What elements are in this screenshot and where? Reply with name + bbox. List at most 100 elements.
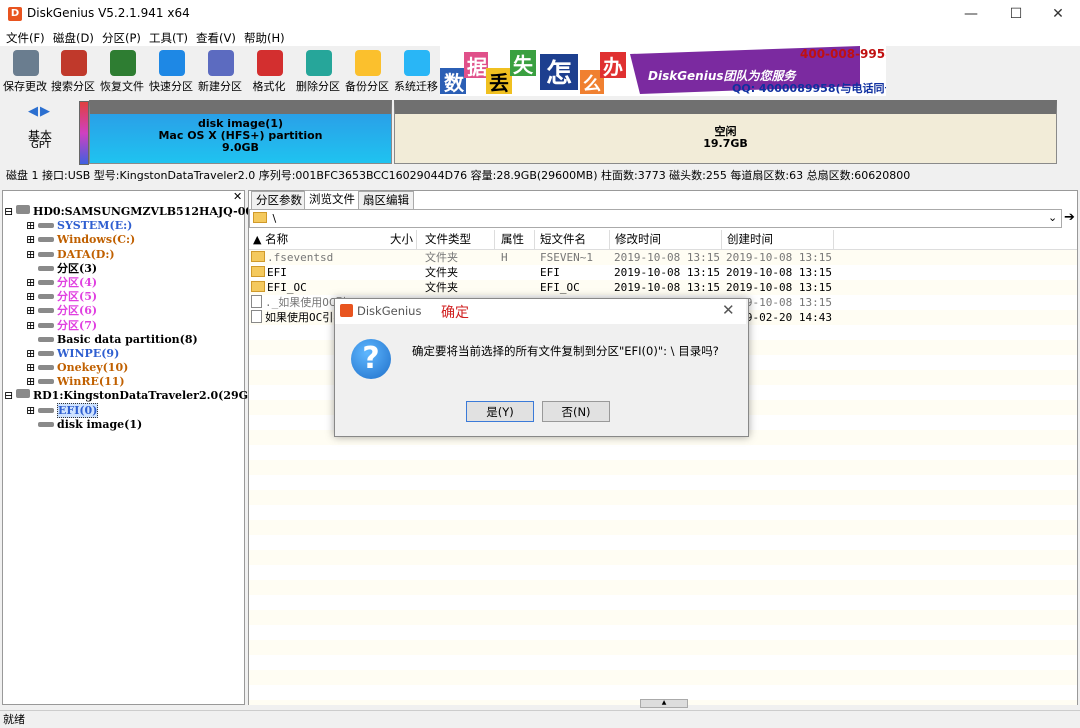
file-cell-mtime: 2019-10-08 13:15:52 xyxy=(614,281,722,294)
menu-file[interactable]: 文件(F) xyxy=(6,30,45,46)
banner-qq: QQ: 4000089958(与电话同号) xyxy=(732,81,886,95)
col-attr[interactable]: 属性 xyxy=(497,230,535,249)
banner-char-4: 怎 xyxy=(546,58,572,89)
col-short-name[interactable]: 短文件名 xyxy=(536,230,610,249)
expand-toggle-icon[interactable]: ⊞ xyxy=(26,233,38,247)
path-bar[interactable]: \ xyxy=(249,209,1062,228)
path-go-icon[interactable]: ➔ xyxy=(1064,210,1075,225)
dialog-app-icon xyxy=(340,304,353,317)
tree-item[interactable]: ⊞ SYSTEM(E:) xyxy=(4,219,244,233)
file-row[interactable]: EFI 文件夹 EFI 2019-10-08 13:15:52 2019-10-08 1… xyxy=(249,265,1077,280)
disk-prev-icon[interactable]: ◀ xyxy=(28,104,38,119)
splitter-grip[interactable]: ▲ xyxy=(640,699,688,708)
expand-toggle-icon[interactable]: ⊟ xyxy=(4,205,16,219)
file-row[interactable]: .fseventsd 文件夹 H FSEVEN~1 2019-10-08 13:15:5… xyxy=(249,250,1077,265)
banner-char-6: 办 xyxy=(603,55,623,79)
partition-icon xyxy=(38,365,54,371)
disk-info-line: 磁盘 1 接口:USB 型号:KingstonDataTraveler2.0 序… xyxy=(6,169,911,182)
col-type[interactable]: 文件类型 xyxy=(421,230,495,249)
confirm-dialog: DiskGenius 确定 ✕ ? 确定要将当前选择的所有文件复制到分区"EFI… xyxy=(334,298,749,437)
tree-item[interactable]: ⊞ Onekey(10) xyxy=(4,361,244,375)
tree-item[interactable]: ⊞ Windows(C:) xyxy=(4,233,244,247)
partition-icon xyxy=(38,237,54,243)
col-created[interactable]: 创建时间 xyxy=(723,230,834,249)
partition-icon xyxy=(38,223,54,229)
tree-item-label: 分区(6) xyxy=(57,304,98,318)
tree-item[interactable]: Basic data partition(8) xyxy=(4,333,244,347)
partition-icon xyxy=(38,336,54,342)
expand-toggle-icon[interactable]: ⊟ xyxy=(4,389,16,403)
tab-browse-files[interactable]: 浏览文件 xyxy=(304,190,360,209)
banner-char-0: 数 xyxy=(444,71,465,95)
partition-block-free[interactable]: 空闲 19.7GB xyxy=(394,100,1057,164)
banner-char-2: 丢 xyxy=(489,71,509,95)
file-name: 如果使用OC引导 xyxy=(265,311,345,324)
menu-help[interactable]: 帮助(H) xyxy=(244,30,285,46)
save-icon xyxy=(13,50,39,76)
migrate-icon xyxy=(404,50,430,76)
file-cell-short: FSEVEN~1 xyxy=(540,251,593,264)
no-button[interactable]: 否(N) xyxy=(542,401,610,422)
tree-item-label: Basic data partition(8) xyxy=(57,332,198,346)
close-button[interactable]: ✕ xyxy=(1035,0,1080,28)
expand-toggle-icon[interactable]: ⊞ xyxy=(26,276,38,290)
file-row[interactable]: EFI_OC 文件夹 EFI_OC 2019-10-08 13:15:52 2019-1… xyxy=(249,280,1077,295)
delete-icon xyxy=(306,50,332,76)
col-size[interactable]: 大小 xyxy=(369,230,417,249)
tree-item[interactable]: disk image(1) xyxy=(4,418,244,432)
path-dropdown-icon[interactable]: ⌄ xyxy=(1048,211,1057,224)
partition-icon xyxy=(38,322,54,328)
file-icon xyxy=(251,310,262,323)
system-migration-button[interactable]: 系统迁移 xyxy=(391,46,441,98)
tab-sector-edit[interactable]: 扇区编辑 xyxy=(358,191,414,209)
expand-toggle-icon[interactable]: ⊞ xyxy=(26,347,38,361)
question-icon: ? xyxy=(351,339,391,379)
expand-toggle-icon[interactable]: ⊞ xyxy=(26,319,38,333)
folder-icon xyxy=(251,251,265,262)
maximize-button[interactable]: ☐ xyxy=(993,0,1039,28)
yes-button[interactable]: 是(Y) xyxy=(466,401,534,422)
tree-item[interactable]: ⊟ RD1:KingstonDataTraveler2.0(29GB xyxy=(4,389,257,403)
panel-close-icon[interactable]: ✕ xyxy=(233,190,242,203)
tree-item-label: WinRE(11) xyxy=(57,375,125,389)
tree-item-label: 分区(3) xyxy=(57,261,98,275)
partition-size: 9.0GB xyxy=(222,141,259,154)
col-modified[interactable]: 修改时间 xyxy=(611,230,722,249)
tree-item[interactable]: ⊞ 分区(6) xyxy=(4,304,244,318)
expand-toggle-icon[interactable]: ⊞ xyxy=(26,219,38,233)
disk-next-icon[interactable]: ▶ xyxy=(40,104,50,119)
dialog-close-icon[interactable]: ✕ xyxy=(722,301,735,319)
expand-toggle-icon[interactable]: ⊞ xyxy=(26,248,38,262)
expand-toggle-icon[interactable]: ⊞ xyxy=(26,304,38,318)
menu-tools[interactable]: 工具(T) xyxy=(149,30,188,46)
dialog-title-bar: DiskGenius 确定 ✕ xyxy=(335,299,746,324)
ad-banner[interactable]: 数 据 丢 失 怎 么 办 DiskGenius团队为您服务 400-008-9… xyxy=(440,46,886,96)
tree-item[interactable]: ⊞ 分区(4) xyxy=(4,276,244,290)
tree-item-label: 分区(7) xyxy=(57,318,98,332)
minimize-button[interactable]: — xyxy=(948,0,994,28)
tab-partition-params[interactable]: 分区参数 xyxy=(251,191,307,209)
tree-item[interactable]: ⊟ HD0:SAMSUNGMZVLB512HAJQ-00000(47 xyxy=(4,205,296,219)
menu-disk[interactable]: 磁盘(D) xyxy=(53,30,94,46)
expand-toggle-icon[interactable]: ⊞ xyxy=(26,404,38,418)
tree-item[interactable]: ⊞ WinRE(11) xyxy=(4,375,244,389)
tree-item[interactable]: ⊞ 分区(7) xyxy=(4,319,244,333)
expand-toggle-icon[interactable]: ⊞ xyxy=(26,290,38,304)
tree-item[interactable]: 分区(3) xyxy=(4,262,244,276)
tree-item-label: EFI(0) xyxy=(57,402,99,418)
partition-icon xyxy=(38,308,54,314)
tree-item[interactable]: ⊞ EFI(0) xyxy=(4,402,244,418)
partition-block-mac[interactable]: disk image(1) Mac OS X (HFS+) partition … xyxy=(89,100,392,164)
disk-icon xyxy=(16,389,30,399)
search-icon xyxy=(61,50,87,76)
expand-toggle-icon[interactable]: ⊞ xyxy=(26,361,38,375)
partition-icon xyxy=(38,294,54,300)
tree-item[interactable]: ⊞ 分区(5) xyxy=(4,290,244,304)
expand-toggle-icon[interactable]: ⊞ xyxy=(26,375,38,389)
file-list-header: ▲ 名称 大小 文件类型 属性 短文件名 修改时间 创建时间 xyxy=(249,230,1077,250)
menu-view[interactable]: 查看(V) xyxy=(196,30,236,46)
tree-item[interactable]: ⊞ DATA(D:) xyxy=(4,248,244,262)
tree-item[interactable]: ⊞ WINPE(9) xyxy=(4,347,244,361)
menu-partition[interactable]: 分区(P) xyxy=(102,30,141,46)
file-cell-mtime: 2019-10-08 13:15:50 xyxy=(614,251,722,264)
